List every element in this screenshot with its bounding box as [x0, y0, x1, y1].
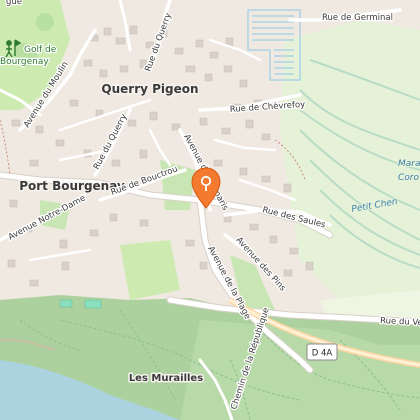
sports-pitch: [59, 299, 73, 308]
park-area: [120, 240, 180, 300]
water-label-2: Coro: [398, 173, 419, 183]
map-viewport[interactable]: Querry Pigeon Port Bourgenay Les Muraill…: [0, 0, 420, 420]
place-label-port-bourgenay: Port Bourgenay: [19, 179, 125, 193]
map-canvas: Querry Pigeon Port Bourgenay Les Muraill…: [0, 0, 420, 420]
street-label-germinal: Rue de Germinal: [322, 13, 393, 23]
place-label-les-murailles: Les Murailles: [129, 373, 203, 384]
route-shield-label: D 4A: [312, 349, 333, 359]
sports-pitch: [84, 299, 102, 309]
route-shield-d4a: D 4A: [306, 343, 338, 361]
place-label-querry-pigeon: Querry Pigeon: [101, 82, 198, 96]
water-label-1: Mara: [398, 159, 420, 169]
golf-green: [36, 13, 54, 31]
street-label-fragment: gue: [6, 0, 22, 7]
